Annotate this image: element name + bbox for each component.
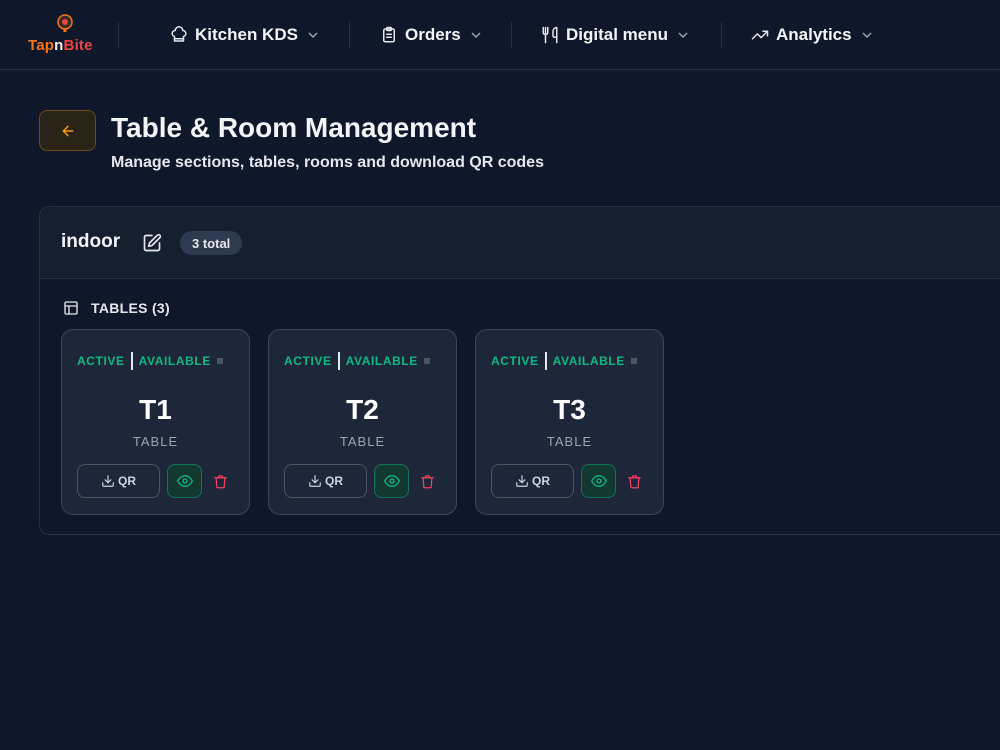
nav-divider [511, 22, 512, 48]
nav-kitchen-kds[interactable]: Kitchen KDS [170, 21, 319, 49]
chevron-down-icon [471, 32, 481, 39]
arrow-left-icon [62, 125, 73, 136]
table-type: TABLE [339, 434, 386, 449]
chef-hat-icon [171, 26, 187, 42]
section-header: indoor 3 total [40, 207, 1000, 279]
chevron-down-icon [308, 32, 318, 39]
status-separator [544, 352, 547, 370]
logo-text-n: n [54, 37, 64, 54]
page-title: Table & Room Management [111, 112, 477, 143]
nav-digital-menu[interactable]: Digital menu [541, 21, 689, 49]
section-panel: indoor 3 total TABLES (3) ACTIVE AVAILAB… [39, 206, 1000, 535]
chevron-down-icon [862, 32, 872, 39]
download-icon [309, 475, 321, 487]
nav-digital-menu-label: Digital menu [566, 25, 669, 44]
delete-button[interactable] [625, 472, 643, 490]
download-qr-button[interactable]: QR [491, 464, 574, 498]
table-layout-icon [64, 301, 78, 315]
edit-icon[interactable] [142, 233, 162, 253]
view-button[interactable] [374, 464, 409, 498]
nav-kitchen-kds-label: Kitchen KDS [195, 25, 298, 44]
view-button[interactable] [167, 464, 202, 498]
status-separator [130, 352, 133, 370]
status-row: ACTIVE AVAILABLE [284, 352, 430, 370]
chevron-down-icon [678, 32, 688, 39]
table-card[interactable]: ACTIVE AVAILABLE T3 TABLE QR [475, 329, 664, 515]
table-card[interactable]: ACTIVE AVAILABLE T2 TABLE QR [268, 329, 457, 515]
top-nav: TapnBite Kitchen KDS Orders Digital menu… [0, 0, 1000, 70]
trending-up-icon [751, 30, 769, 40]
status-row: ACTIVE AVAILABLE [491, 352, 637, 370]
status-indicator [423, 358, 430, 364]
trash-icon [627, 474, 641, 488]
download-icon [102, 475, 114, 487]
back-button[interactable] [39, 110, 96, 151]
eye-icon [176, 475, 193, 487]
table-card[interactable]: ACTIVE AVAILABLE T1 TABLE QR [61, 329, 250, 515]
availability-status: AVAILABLE [552, 354, 625, 368]
section-name: indoor [61, 231, 121, 252]
logo-text-bite: Bite [63, 37, 93, 54]
nav-analytics-label: Analytics [776, 25, 852, 44]
eye-icon [590, 475, 607, 487]
download-qr-button[interactable]: QR [284, 464, 367, 498]
active-status: ACTIVE [491, 354, 539, 368]
active-status: ACTIVE [284, 354, 332, 368]
table-type: TABLE [132, 434, 179, 449]
nav-divider [118, 22, 119, 48]
tables-heading-label: TABLES (3) [91, 300, 170, 316]
clipboard-icon [383, 26, 395, 43]
table-name: T2 [346, 394, 379, 425]
download-icon [516, 475, 528, 487]
utensils-icon [542, 26, 558, 44]
delete-button[interactable] [418, 472, 436, 490]
nav-orders[interactable]: Orders [380, 21, 482, 49]
trash-icon [213, 474, 227, 488]
nav-analytics[interactable]: Analytics [751, 21, 873, 49]
table-type: TABLE [546, 434, 593, 449]
delete-button[interactable] [211, 472, 229, 490]
qr-label: QR [325, 474, 343, 488]
table-name: T3 [553, 394, 586, 425]
view-button[interactable] [581, 464, 616, 498]
trash-icon [420, 474, 434, 488]
eye-icon [383, 475, 400, 487]
availability-status: AVAILABLE [345, 354, 418, 368]
page-subtitle: Manage sections, tables, rooms and downl… [111, 154, 544, 171]
logo-text-tap: Tap [28, 37, 55, 54]
logo-mark-icon [57, 14, 73, 32]
qr-label: QR [118, 474, 136, 488]
total-badge: 3 total [180, 231, 243, 255]
nav-divider [721, 22, 722, 48]
nav-orders-label: Orders [405, 25, 461, 44]
status-separator [337, 352, 340, 370]
tapnbite-logo[interactable]: TapnBite [28, 12, 104, 58]
status-row: ACTIVE AVAILABLE [77, 352, 223, 370]
nav-divider [349, 22, 350, 48]
table-name: T1 [139, 394, 172, 425]
active-status: ACTIVE [77, 354, 125, 368]
status-indicator [630, 358, 637, 364]
download-qr-button[interactable]: QR [77, 464, 160, 498]
status-indicator [216, 358, 223, 364]
tables-heading: TABLES (3) [63, 300, 170, 316]
qr-label: QR [532, 474, 550, 488]
availability-status: AVAILABLE [138, 354, 211, 368]
